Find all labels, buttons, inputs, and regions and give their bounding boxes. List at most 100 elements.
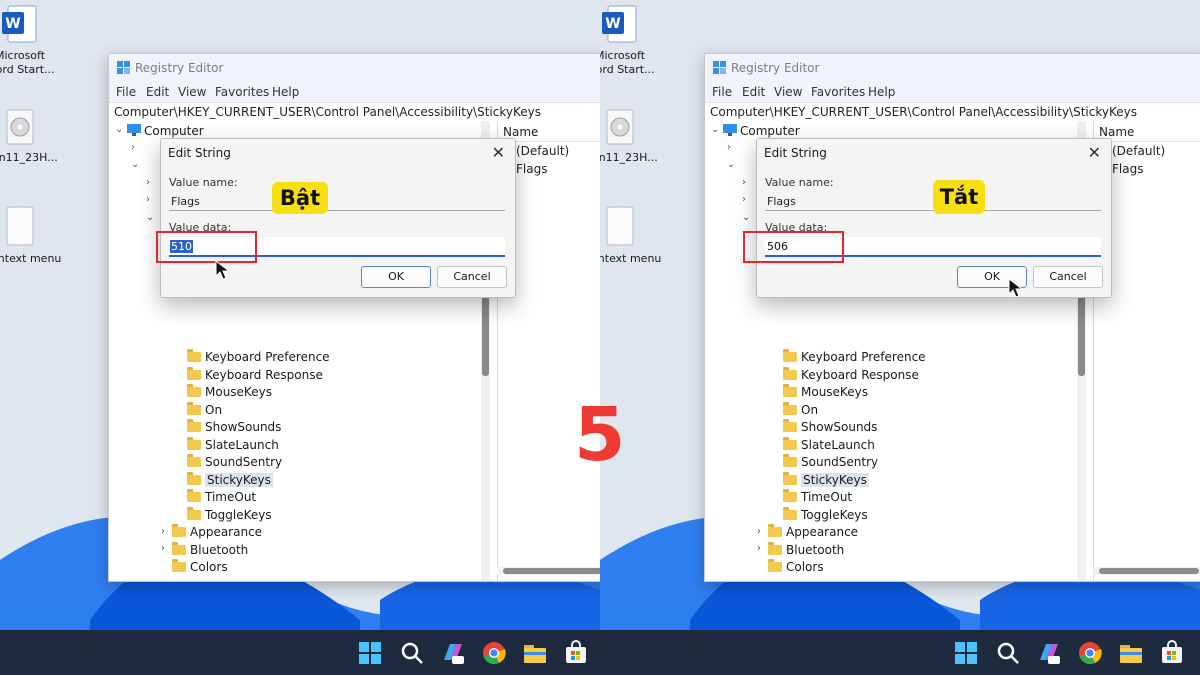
scrollbar-thumb[interactable] — [503, 568, 600, 574]
windows-start-icon[interactable] — [357, 640, 383, 666]
chrome-icon[interactable] — [1077, 640, 1103, 666]
chevron-right-icon[interactable]: › — [131, 142, 135, 153]
tree-node-subkey[interactable]: ShowSounds — [783, 419, 877, 437]
tree-node-subkey[interactable]: TimeOut — [187, 489, 256, 507]
tree-node-subkey[interactable]: SlateLaunch — [783, 437, 875, 455]
tree-node-subkey-selected[interactable]: StickyKeys — [783, 472, 869, 490]
disc-image-icon — [6, 109, 34, 145]
tree-node-subkey[interactable]: Keyboard Preference — [187, 349, 330, 367]
microsoft-store-icon[interactable] — [1159, 640, 1185, 666]
cancel-button[interactable]: Cancel — [437, 266, 507, 288]
chevron-right-icon[interactable]: › — [146, 177, 150, 188]
menu-view[interactable]: View — [178, 85, 206, 99]
chevron-right-icon[interactable]: › — [161, 543, 165, 554]
desktop-icon-word[interactable]: W Microsoft Word Start... — [0, 4, 55, 77]
value-row-default[interactable]: (Default) — [1112, 144, 1165, 158]
microsoft-store-icon[interactable] — [563, 640, 589, 666]
tree-node-subkey[interactable]: TimeOut — [783, 489, 852, 507]
close-icon[interactable]: ✕ — [1088, 143, 1101, 162]
chevron-down-icon[interactable]: ⌄ — [727, 159, 735, 170]
desktop-icon-iso[interactable]: Win11_23H... — [0, 108, 58, 165]
edit-string-dialog: Edit String ✕ Value name: Flags Value da… — [756, 138, 1112, 298]
tree-node-sibling[interactable]: Bluetooth — [768, 542, 844, 560]
folder-icon — [172, 559, 186, 572]
chevron-right-icon[interactable]: › — [161, 526, 165, 537]
tree-node-subkey-selected[interactable]: StickyKeys — [187, 472, 273, 490]
desktop-icon-file[interactable]: context menu — [0, 205, 61, 266]
tree-node-subkey[interactable]: MouseKeys — [187, 384, 272, 402]
document-icon — [6, 206, 34, 246]
value-row-flags[interactable]: Flags — [516, 162, 547, 176]
folder-icon — [187, 367, 201, 380]
scrollbar-thumb[interactable] — [1099, 568, 1199, 574]
folder-icon — [783, 489, 797, 502]
chevron-right-icon[interactable]: › — [742, 194, 746, 205]
search-icon[interactable] — [995, 640, 1021, 666]
tree-node-subkey[interactable]: Keyboard Preference — [783, 349, 926, 367]
tree-node-sibling[interactable]: Bluetooth — [172, 542, 248, 560]
search-icon[interactable] — [399, 640, 425, 666]
menu-help[interactable]: Help — [868, 85, 895, 99]
copilot-icon[interactable] — [440, 640, 466, 666]
screenshot-panel-left: W Microsoft Word Start... Win11_23H... c… — [0, 0, 600, 675]
tree-node-subkey[interactable]: On — [783, 402, 818, 420]
tree-node-subkey[interactable]: SlateLaunch — [187, 437, 279, 455]
menu-favorites[interactable]: Favorites — [811, 85, 865, 99]
desktop-icon-label: Microsoft — [600, 49, 646, 62]
tree-node-sibling[interactable]: Appearance — [768, 524, 858, 542]
copilot-icon[interactable] — [1036, 640, 1062, 666]
tree-node-subkey[interactable]: ToggleKeys — [187, 507, 272, 525]
menu-edit[interactable]: Edit — [742, 85, 765, 99]
chevron-right-icon[interactable]: › — [742, 177, 746, 188]
tree-node-sibling[interactable]: Colors — [768, 559, 824, 577]
menu-view[interactable]: View — [774, 85, 802, 99]
desktop-icon-iso[interactable]: Win11_23H... — [600, 108, 658, 165]
chrome-icon[interactable] — [481, 640, 507, 666]
tree-node-sibling[interactable]: Colors — [172, 559, 228, 577]
chevron-down-icon[interactable]: ⌄ — [742, 212, 750, 223]
value-row-flags[interactable]: Flags — [1112, 162, 1143, 176]
scrollbar-thumb[interactable] — [482, 296, 489, 376]
menu-favorites[interactable]: Favorites — [215, 85, 269, 99]
address-bar[interactable]: Computer\HKEY_CURRENT_USER\Control Panel… — [705, 102, 1200, 122]
close-icon[interactable]: ✕ — [492, 143, 505, 162]
menu-file[interactable]: File — [116, 85, 136, 99]
taskbar — [600, 630, 1200, 675]
value-row-default[interactable]: (Default) — [516, 144, 569, 158]
tree-node-subkey[interactable]: Keyboard Response — [187, 367, 323, 385]
title-bar[interactable]: Registry Editor — [109, 54, 600, 82]
chevron-right-icon[interactable]: › — [727, 142, 731, 153]
horizontal-scrollbar[interactable] — [1093, 567, 1200, 575]
menu-file[interactable]: File — [712, 85, 732, 99]
ok-button[interactable]: OK — [361, 266, 431, 288]
tree-node-subkey[interactable]: SoundSentry — [783, 454, 878, 472]
file-explorer-icon[interactable] — [1118, 640, 1144, 666]
address-bar[interactable]: Computer\HKEY_CURRENT_USER\Control Panel… — [109, 102, 600, 122]
chevron-down-icon[interactable]: ⌄ — [115, 124, 123, 135]
desktop-icon-file[interactable]: context menu — [600, 205, 661, 266]
menu-help[interactable]: Help — [272, 85, 299, 99]
registry-editor-window: Registry Editor File Edit View Favorites… — [704, 53, 1200, 582]
file-explorer-icon[interactable] — [522, 640, 548, 666]
horizontal-scrollbar[interactable] — [497, 567, 600, 575]
tree-node-subkey[interactable]: MouseKeys — [783, 384, 868, 402]
tree-node-subkey[interactable]: Keyboard Response — [783, 367, 919, 385]
word-icon: W — [2, 5, 37, 43]
windows-start-icon[interactable] — [953, 640, 979, 666]
cancel-button[interactable]: Cancel — [1033, 266, 1103, 288]
tree-node-subkey[interactable]: ToggleKeys — [783, 507, 868, 525]
tree-node-sibling[interactable]: Appearance — [172, 524, 262, 542]
chevron-right-icon[interactable]: › — [757, 543, 761, 554]
chevron-down-icon[interactable]: ⌄ — [131, 159, 139, 170]
tree-node-subkey[interactable]: On — [187, 402, 222, 420]
chevron-down-icon[interactable]: ⌄ — [711, 124, 719, 135]
chevron-right-icon[interactable]: › — [757, 526, 761, 537]
tree-node-subkey[interactable]: ShowSounds — [187, 419, 281, 437]
chevron-down-icon[interactable]: ⌄ — [146, 212, 154, 223]
tree-node-subkey[interactable]: SoundSentry — [187, 454, 282, 472]
scrollbar-thumb[interactable] — [1078, 296, 1085, 376]
chevron-right-icon[interactable]: › — [146, 194, 150, 205]
desktop-icon-word[interactable]: W Microsoft Word Start... — [600, 4, 655, 77]
title-bar[interactable]: Registry Editor — [705, 54, 1200, 82]
menu-edit[interactable]: Edit — [146, 85, 169, 99]
